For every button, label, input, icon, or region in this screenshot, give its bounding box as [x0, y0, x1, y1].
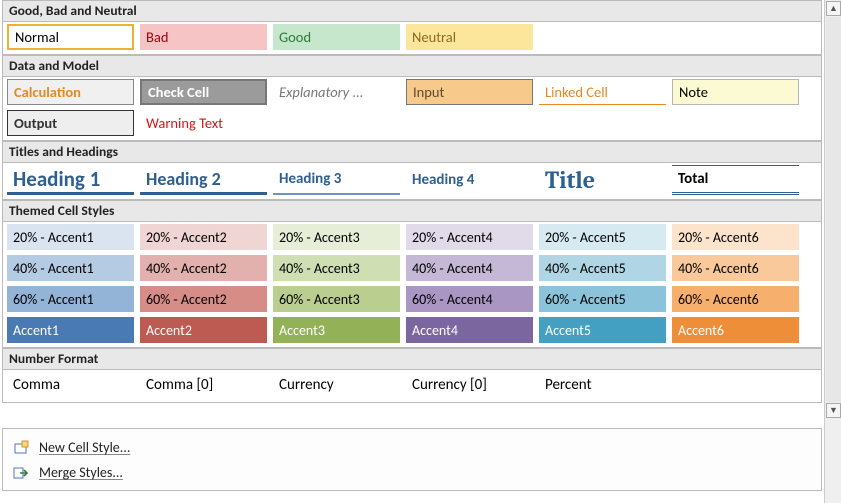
themed-row-accent: Accent1Accent2Accent3Accent4Accent5Accen…	[2, 315, 822, 348]
style-heading-3[interactable]: Heading 3	[273, 165, 400, 195]
new-cell-style-button[interactable]: New Cell Style...	[3, 435, 821, 460]
scroll-up-button[interactable]: ▲	[826, 1, 841, 16]
new-cell-style-label: New Cell Style...	[39, 439, 130, 456]
style-explanatory-text[interactable]: Explanatory ...	[273, 79, 400, 105]
section-header-number-format: Number Format	[2, 348, 822, 370]
scrollbar[interactable]: ▲ ▼	[824, 0, 841, 503]
style-output[interactable]: Output	[7, 110, 134, 136]
style-20pct-accent1[interactable]: 20% - Accent1	[7, 224, 134, 250]
style-neutral[interactable]: Neutral	[406, 24, 533, 50]
row-number-format: Comma Comma [0] Currency Currency [0] Pe…	[2, 370, 822, 403]
themed-row-20: 20% - Accent120% - Accent220% - Accent32…	[2, 222, 822, 253]
style-comma-0[interactable]: Comma [0]	[140, 372, 267, 398]
style-20pct-accent6[interactable]: 20% - Accent6	[672, 224, 799, 250]
style-20pct-accent2[interactable]: 20% - Accent2	[140, 224, 267, 250]
style-currency-0[interactable]: Currency [0]	[406, 372, 533, 398]
style-60pct-accent2[interactable]: 60% - Accent2	[140, 286, 267, 312]
style-40pct-accent2[interactable]: 40% - Accent2	[140, 255, 267, 281]
style-60pct-accent3[interactable]: 60% - Accent3	[273, 286, 400, 312]
style-60pct-accent1[interactable]: 60% - Accent1	[7, 286, 134, 312]
section-header-good-bad-neutral: Good, Bad and Neutral	[2, 0, 822, 22]
scroll-track[interactable]	[826, 17, 841, 402]
style-40pct-accent3[interactable]: 40% - Accent3	[273, 255, 400, 281]
style-warning-text[interactable]: Warning Text	[140, 110, 267, 136]
scroll-down-button[interactable]: ▼	[826, 403, 841, 418]
section-header-data-model: Data and Model	[2, 55, 822, 77]
style-accent6[interactable]: Accent6	[672, 317, 799, 343]
row-data-model-1: Calculation Check Cell Explanatory ... I…	[2, 77, 822, 108]
style-60pct-accent4[interactable]: 60% - Accent4	[406, 286, 533, 312]
style-accent1[interactable]: Accent1	[7, 317, 134, 343]
style-title[interactable]: Title	[539, 165, 666, 195]
style-check-cell[interactable]: Check Cell	[140, 79, 267, 105]
style-calculation[interactable]: Calculation	[7, 79, 134, 105]
merge-styles-button[interactable]: Merge Styles...	[3, 460, 821, 485]
style-accent5[interactable]: Accent5	[539, 317, 666, 343]
style-accent2[interactable]: Accent2	[140, 317, 267, 343]
section-header-themed-cell-styles: Themed Cell Styles	[2, 200, 822, 222]
style-good[interactable]: Good	[273, 24, 400, 50]
style-accent4[interactable]: Accent4	[406, 317, 533, 343]
style-20pct-accent4[interactable]: 20% - Accent4	[406, 224, 533, 250]
style-total[interactable]: Total	[672, 165, 799, 195]
style-40pct-accent1[interactable]: 40% - Accent1	[7, 255, 134, 281]
style-input[interactable]: Input	[406, 79, 533, 105]
style-20pct-accent3[interactable]: 20% - Accent3	[273, 224, 400, 250]
style-note[interactable]: Note	[672, 79, 799, 105]
row-good-bad-neutral: Normal Bad Good Neutral	[2, 22, 822, 55]
merge-styles-label: Merge Styles...	[39, 464, 123, 481]
style-heading-1[interactable]: Heading 1	[7, 165, 134, 195]
merge-styles-icon	[13, 465, 29, 481]
themed-row-60: 60% - Accent160% - Accent260% - Accent36…	[2, 284, 822, 315]
style-heading-4[interactable]: Heading 4	[406, 165, 533, 195]
style-accent3[interactable]: Accent3	[273, 317, 400, 343]
style-20pct-accent5[interactable]: 20% - Accent5	[539, 224, 666, 250]
cell-styles-gallery: Good, Bad and Neutral Normal Bad Good Ne…	[2, 0, 822, 403]
footer-commands: New Cell Style... Merge Styles...	[2, 428, 822, 491]
style-60pct-accent6[interactable]: 60% - Accent6	[672, 286, 799, 312]
section-header-titles-headings: Titles and Headings	[2, 141, 822, 163]
style-40pct-accent6[interactable]: 40% - Accent6	[672, 255, 799, 281]
themed-row-40: 40% - Accent140% - Accent240% - Accent34…	[2, 253, 822, 284]
style-40pct-accent4[interactable]: 40% - Accent4	[406, 255, 533, 281]
style-heading-2[interactable]: Heading 2	[140, 165, 267, 195]
style-linked-cell[interactable]: Linked Cell	[539, 79, 666, 105]
themed-rows-container: 20% - Accent120% - Accent220% - Accent32…	[2, 222, 822, 348]
style-normal[interactable]: Normal	[7, 24, 134, 50]
row-data-model-2: Output Warning Text	[2, 108, 822, 141]
style-40pct-accent5[interactable]: 40% - Accent5	[539, 255, 666, 281]
style-percent[interactable]: Percent	[539, 372, 666, 398]
style-60pct-accent5[interactable]: 60% - Accent5	[539, 286, 666, 312]
style-comma[interactable]: Comma	[7, 372, 134, 398]
style-bad[interactable]: Bad	[140, 24, 267, 50]
style-currency[interactable]: Currency	[273, 372, 400, 398]
new-cell-style-icon	[13, 440, 29, 456]
row-titles-headings: Heading 1 Heading 2 Heading 3 Heading 4 …	[2, 163, 822, 200]
